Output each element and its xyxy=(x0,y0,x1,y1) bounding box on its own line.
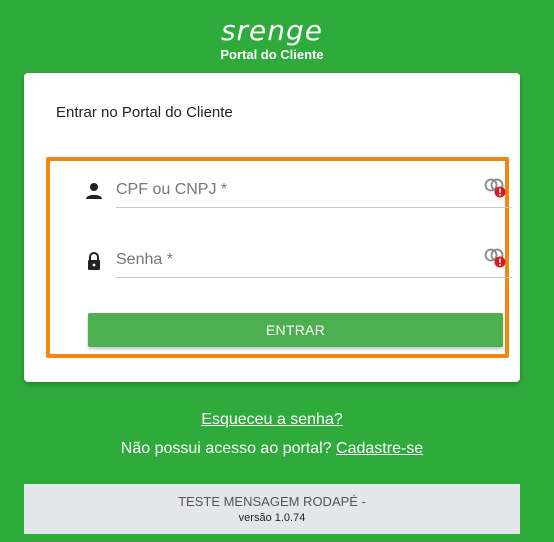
cpf-field xyxy=(84,171,514,208)
brand-header: srenge Portal do Cliente xyxy=(0,14,544,62)
lock-icon xyxy=(84,251,104,271)
password-field xyxy=(84,241,514,278)
login-card: Entrar no Portal do Cliente CPF ou CNPJ … xyxy=(24,73,520,382)
forgot-row: Esqueceu a senha? xyxy=(0,411,544,429)
brand-logo: srenge xyxy=(220,14,324,47)
login-form-highlight: ENTRAR xyxy=(46,157,512,358)
no-access-text: Não possui acesso ao portal? xyxy=(120,440,332,457)
brand-subtitle: Portal do Cliente xyxy=(220,47,324,62)
password-input[interactable] xyxy=(116,249,476,271)
cpf-input-wrap xyxy=(116,171,512,208)
password-manager-warning-icon[interactable] xyxy=(484,247,508,269)
signup-row: Não possui acesso ao portal? Cadastre-se xyxy=(0,440,544,458)
person-icon xyxy=(84,181,104,201)
password-manager-warning-icon[interactable] xyxy=(484,177,508,199)
footer-message: TESTE MENSAGEM RODAPÉ - xyxy=(178,494,366,509)
footer: TESTE MENSAGEM RODAPÉ - versão 1.0.74 xyxy=(24,484,520,534)
password-input-wrap xyxy=(116,241,512,278)
signup-link[interactable]: Cadastre-se xyxy=(336,440,423,457)
footer-version: versão 1.0.74 xyxy=(238,512,306,524)
forgot-password-link[interactable]: Esqueceu a senha? xyxy=(201,411,342,428)
card-title: Entrar no Portal do Cliente xyxy=(56,104,233,121)
cpf-input[interactable] xyxy=(116,179,476,201)
login-button[interactable]: ENTRAR xyxy=(88,313,503,347)
